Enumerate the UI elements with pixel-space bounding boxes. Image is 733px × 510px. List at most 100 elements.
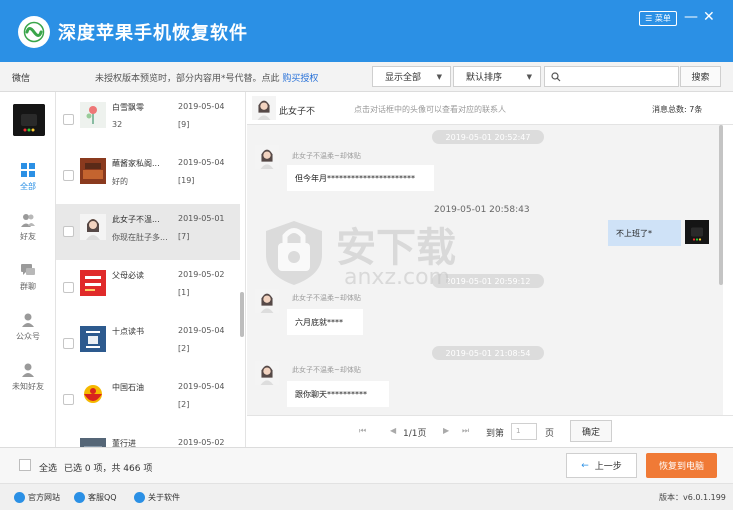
pagination: ⏮ ◀ 1/1页 ▶ ⏭ 到第 1 页 确定 [247,415,733,447]
nav-item-label: 全部 [20,182,36,191]
contact-name: 十点读书 [112,327,144,336]
nav-item-all[interactable]: 全部 [0,162,56,192]
license-notice: 未授权版本预览时，部分内容用*号代替。点此 购买授权 [95,71,318,84]
unknown-friend-icon [22,363,34,377]
contact-message-count: [9] [178,120,190,129]
first-page-icon[interactable]: ⏮ [359,426,366,436]
goto-label: 到第 [486,429,505,439]
app-title: 深度苹果手机恢复软件 [58,23,248,44]
select-all-checkbox[interactable] [19,459,31,471]
close-icon: ✕ [703,9,715,25]
menu-button[interactable]: ☰ 菜单 [639,11,677,26]
contact-list-scrollbar[interactable] [240,292,244,337]
contact-avatar[interactable] [80,382,106,408]
contact-row[interactable]: 十点读书 2019-05-04 [2] [56,316,240,372]
sender-name: 此女子不温柔~却体贴 [292,294,361,302]
qq-icon [74,492,85,503]
contact-checkbox[interactable] [63,114,74,125]
previous-step-button[interactable]: ← 上一步 [566,453,637,478]
license-notice-text: 未授权版本预览时，部分内容用*号代替。点此 [95,74,280,84]
contact-row[interactable]: 父母必读 2019-05-02 [1] [56,260,240,316]
contact-name: 中国石油 [112,383,144,392]
menu-icon: ☰ [645,14,653,23]
page-indicator: 1/1页 [403,429,427,439]
chat-header: 此女子不 点击对话框中的头像可以查看对应的联系人 消息总数: 7条 [247,92,733,125]
prev-page-icon[interactable]: ◀ [390,426,396,435]
chat-messages: 2019-05-01 20:52:47 此女子不温柔~却体贴 但今年月*****… [247,125,723,415]
contact-avatar[interactable] [80,214,106,240]
sender-avatar[interactable] [255,289,279,313]
sort-dropdown-label: 默认排序 [466,73,503,83]
category-nav: 全部 好友 群聊 公众号 未知好友 [0,92,56,447]
chat-scrollbar[interactable] [719,125,723,285]
select-all-label[interactable]: 全选 [39,461,57,474]
contact-avatar[interactable] [80,270,106,296]
contact-message-count: [19] [178,176,195,185]
sort-dropdown[interactable]: 默认排序 ▼ [453,66,541,87]
self-avatar[interactable] [685,220,709,244]
contact-checkbox[interactable] [63,170,74,181]
grid-icon [21,163,35,177]
version-label: 版本：v6.0.1.199 [659,493,726,502]
buy-license-link[interactable]: 购买授权 [282,74,318,84]
contact-row[interactable]: 中国石油 2019-05-04 [2] [56,372,240,428]
sender-avatar[interactable] [255,361,279,385]
goto-page-button[interactable]: 确定 [570,420,612,442]
page-number-input[interactable]: 1 [511,423,537,440]
contact-avatar[interactable] [80,158,106,184]
chat-hint: 点击对话框中的头像可以查看对应的联系人 [354,105,506,114]
contact-date: 2019-05-04 [178,102,225,111]
contact-avatar[interactable] [80,326,106,352]
previous-step-label: 上一步 [594,462,622,472]
message-timestamp: 2019-05-01 21:08:54 [432,346,544,360]
selection-bar: 全选 已选 0 项，共 466 项 ← 上一步 恢复到电脑 [0,447,733,483]
restore-to-computer-button[interactable]: 恢复到电脑 [646,453,717,478]
contact-date: 2019-05-01 [178,214,225,223]
nav-item-unknown-friends[interactable]: 未知好友 [0,362,56,392]
contact-name: 父母必读 [112,271,144,280]
contact-row[interactable]: 董行进 2019-05-02 [56,428,240,447]
contact-message-count: [2] [178,400,190,409]
contact-checkbox[interactable] [63,338,74,349]
filter-dropdown[interactable]: 显示全部 ▼ [372,66,451,87]
home-icon [14,492,25,503]
official-website-label: 官方网站 [28,493,60,502]
chat-contact-avatar[interactable] [252,96,276,120]
search-input[interactable] [544,66,679,87]
message-total: 消息总数: 7条 [652,105,703,114]
support-qq-link[interactable]: 客服QQ [74,492,117,503]
nav-item-official-accounts[interactable]: 公众号 [0,312,56,342]
info-icon [134,492,145,503]
message-timestamp: 2019-05-01 20:52:47 [432,130,544,144]
about-link[interactable]: 关于软件 [134,492,180,503]
search-icon [551,71,561,81]
contact-checkbox[interactable] [63,394,74,405]
title-bar: 深度苹果手机恢复软件 ☰ 菜单 — ✕ [0,0,733,62]
user-avatar[interactable] [13,104,45,136]
contact-avatar[interactable] [80,438,106,447]
nav-item-friends[interactable]: 好友 [0,212,56,242]
contact-list: 白雪飘零 32 2019-05-04 [9] 蘸酱家私阁... 好的 2019-… [56,92,246,447]
contact-checkbox[interactable] [63,282,74,293]
close-button[interactable]: ✕ [703,9,715,25]
minimize-button[interactable]: — [684,10,698,24]
last-page-icon[interactable]: ⏭ [462,426,469,436]
sender-avatar[interactable] [255,145,279,169]
next-page-icon[interactable]: ▶ [443,426,449,435]
nav-item-group-chats[interactable]: 群聊 [0,262,56,292]
page-unit-label: 页 [545,429,555,439]
filter-dropdown-label: 显示全部 [385,73,422,83]
official-website-link[interactable]: 官方网站 [14,492,60,503]
contact-message-count: [2] [178,344,190,353]
contact-row[interactable]: 蘸酱家私阁... 好的 2019-05-04 [19] [56,148,240,204]
message-timestamp: 2019-05-01 20:59:12 [432,274,544,288]
friends-icon [21,214,35,227]
contact-message-count: [7] [178,232,190,241]
contact-checkbox[interactable] [63,226,74,237]
contact-row[interactable]: 此女子不温... 你现在肚子多... 2019-05-01 [7] [56,204,240,260]
search-button[interactable]: 搜索 [680,66,721,87]
contact-avatar[interactable] [80,102,106,128]
contact-row[interactable]: 白雪飘零 32 2019-05-04 [9] [56,92,240,148]
chevron-down-icon: ▼ [526,72,532,81]
contact-date: 2019-05-04 [178,326,225,335]
